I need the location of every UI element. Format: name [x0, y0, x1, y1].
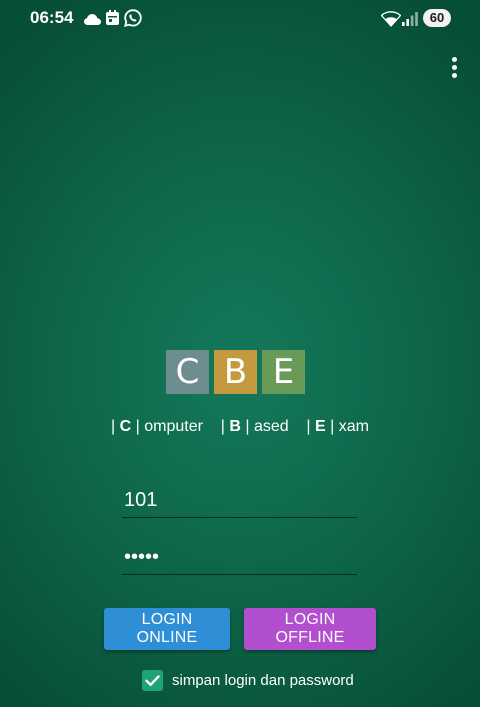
logo-tile-b: B: [214, 350, 257, 394]
login-online-button[interactable]: LOGIN ONLINE: [104, 608, 230, 650]
password-input[interactable]: [122, 541, 357, 575]
tagline-separator: |: [220, 418, 225, 435]
tagline-e-letter: E: [315, 418, 326, 435]
tagline-separator: |: [245, 418, 250, 435]
whatsapp-icon: [124, 9, 142, 32]
cloud-icon: [84, 12, 101, 30]
tagline: | C | omputer | B | ased | E | xam: [0, 418, 480, 436]
wifi-icon: [380, 11, 402, 32]
login-offline-button[interactable]: LOGIN OFFLINE: [244, 608, 376, 650]
tagline-b-rest: ased: [253, 418, 289, 435]
tagline-c-rest: omputer: [144, 418, 203, 435]
battery-icon: 60: [423, 9, 451, 27]
signal-icon: [402, 11, 418, 31]
tagline-separator: |: [330, 418, 335, 435]
menu-dot: [452, 73, 457, 78]
more-vertical-icon[interactable]: [444, 55, 466, 79]
tagline-separator: |: [306, 418, 311, 435]
username-input[interactable]: [122, 484, 357, 518]
calendar-icon: [106, 10, 119, 30]
cbe-logo: C B E: [166, 350, 306, 394]
tagline-b-letter: B: [229, 418, 241, 435]
logo-tile-e: E: [262, 350, 305, 394]
remember-checkbox[interactable]: [142, 670, 163, 691]
menu-dot: [452, 57, 457, 62]
checkmark-icon: [145, 675, 160, 686]
tagline-separator: |: [135, 418, 140, 435]
menu-dot: [452, 65, 457, 70]
status-time: 06:54: [30, 8, 74, 27]
tagline-e-rest: xam: [338, 418, 369, 435]
tagline-c-letter: C: [119, 418, 132, 435]
tagline-separator: |: [110, 418, 116, 435]
remember-label: simpan login dan password: [172, 672, 354, 689]
status-bar: 06:54 60: [0, 0, 480, 38]
logo-tile-c: C: [166, 350, 209, 394]
